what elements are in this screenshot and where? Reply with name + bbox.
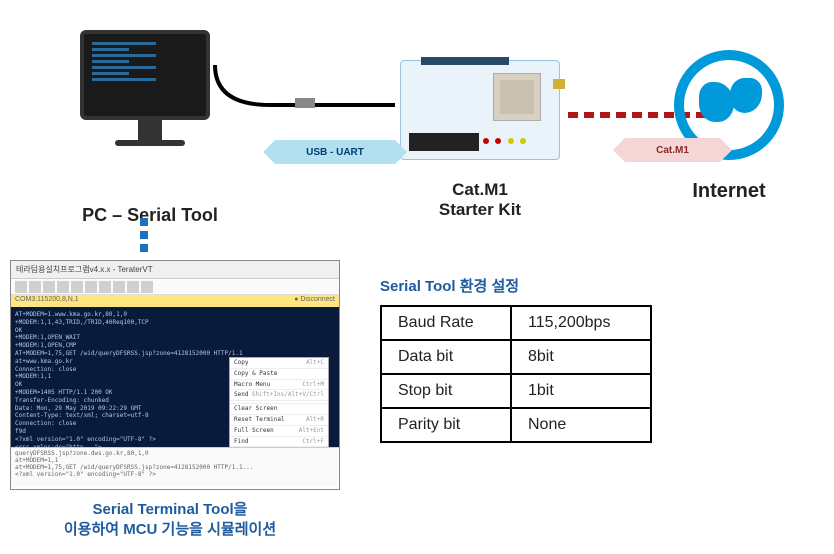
kit-label: Cat.M1Starter Kit [390, 180, 570, 221]
table-row: Parity bitNone [381, 408, 651, 442]
usb-uart-arrow: USB - UART [275, 140, 395, 164]
usb-uart-label: USB - UART [306, 147, 364, 158]
terminal-toolbar [11, 279, 339, 295]
table-row: Stop bit1bit [381, 374, 651, 408]
table-row: Baud Rate115,200bps [381, 306, 651, 340]
vertical-dot-connector [140, 218, 148, 257]
table-row: Data bit8bit [381, 340, 651, 374]
pc-monitor-icon [80, 30, 220, 146]
terminal-caption: Serial Terminal Tool을이용하여 MCU 기능을 시뮬레이션 [10, 500, 330, 539]
settings-table: Baud Rate115,200bps Data bit8bit Stop bi… [380, 305, 652, 443]
settings-title: Serial Tool 환경 설정 [380, 275, 519, 296]
terminal-titlebar: 테라텀용설치프로그램v4.x.x - TeraterVT [11, 261, 339, 279]
catm1-arrow: Cat.M1 [625, 138, 720, 162]
pc-label: PC – Serial Tool [50, 205, 250, 226]
serial-terminal-window: 테라텀용설치프로그램v4.x.x - TeraterVT COM3:115200… [10, 260, 340, 490]
catm1-label: Cat.M1 [656, 145, 689, 156]
terminal-output: AT+MODEM=1.www.kma.go.kr,80,1,0+MODEM:1,… [11, 307, 339, 447]
system-diagram: USB - UART Cat.M1 PC – Serial Tool Cat.M… [0, 20, 834, 220]
terminal-input-area: queryDFSRSS.jsp?zone.dws.go.kr,80,1,0at+… [11, 447, 339, 487]
usb-connector-icon [295, 98, 315, 108]
internet-label: Internet [644, 180, 814, 203]
terminal-context-menu: CopyAlt+CCopy & PasteMacro MenuCtrl+MSen… [229, 357, 329, 447]
starter-kit-board-icon [400, 60, 560, 160]
terminal-status-bar: COM3:115200,8,N,1 ● Disconnect [11, 295, 339, 307]
